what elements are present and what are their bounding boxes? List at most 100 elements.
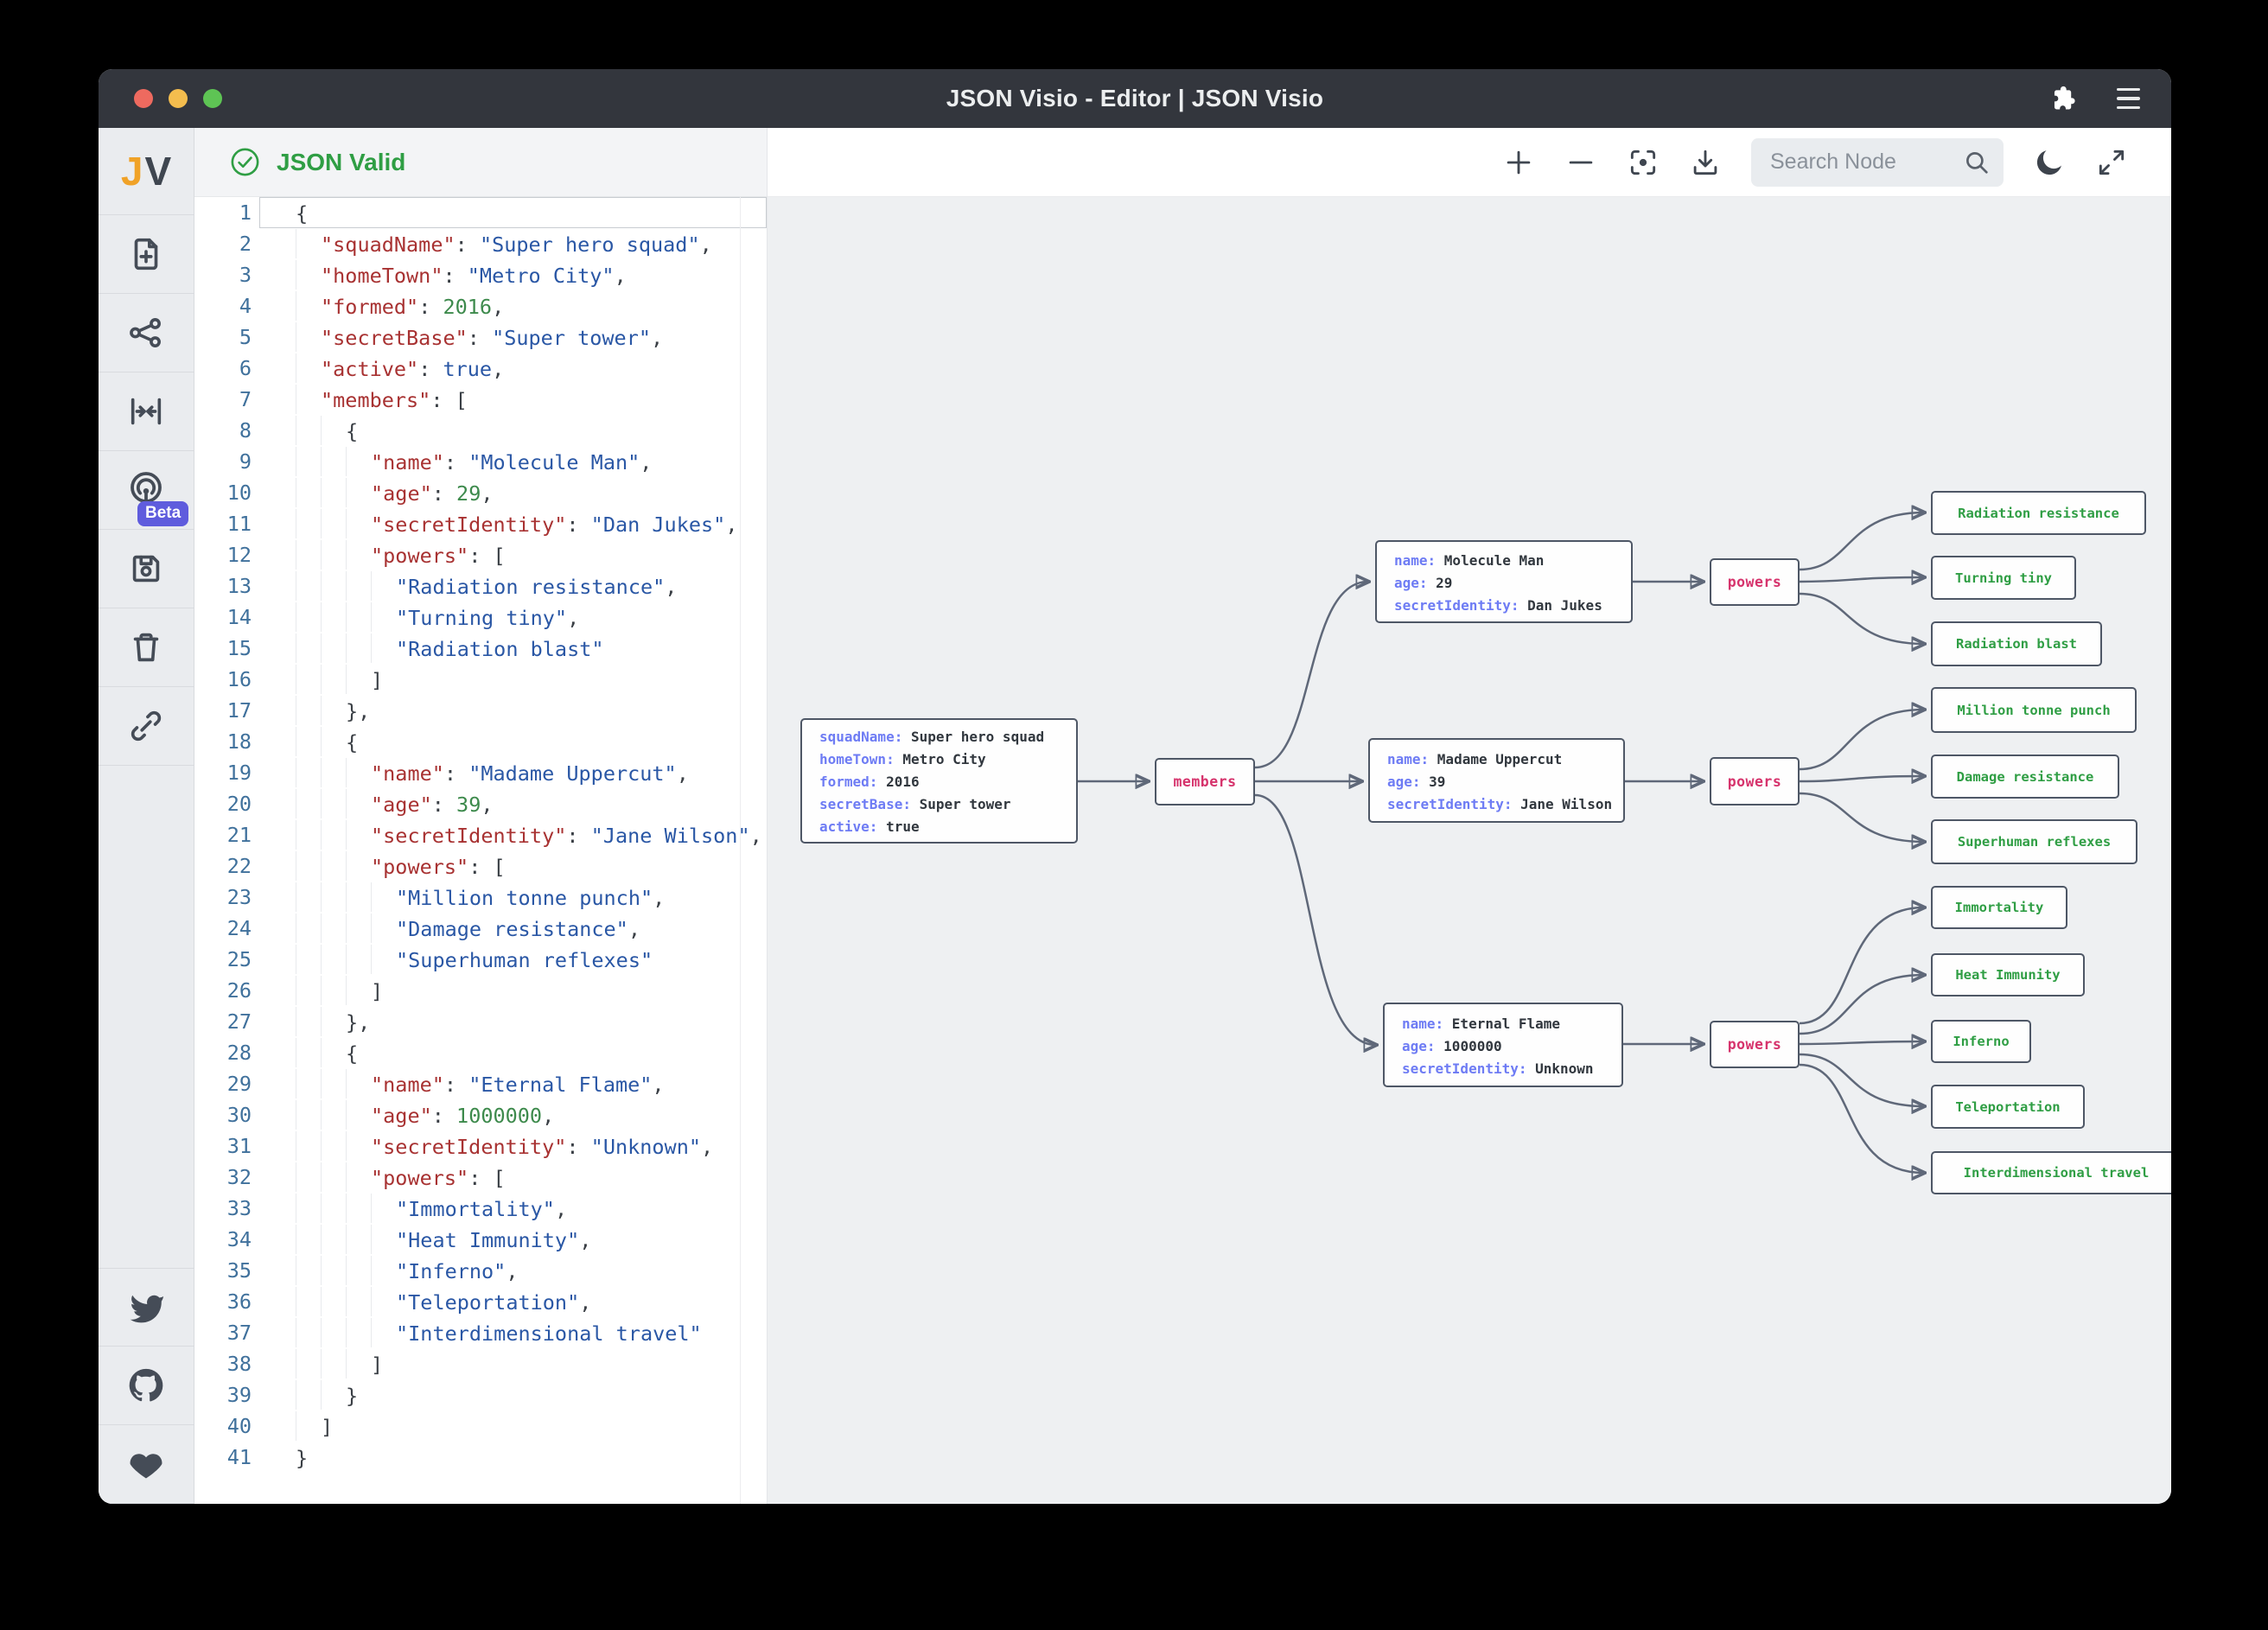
zoom-in-button[interactable] (1502, 146, 1535, 179)
line-content: { (260, 727, 766, 758)
code-line[interactable]: 18 { (194, 726, 767, 757)
indent-guide (296, 385, 321, 414)
indent-guide (296, 291, 321, 321)
sponsor-button[interactable] (99, 1425, 194, 1504)
zoom-out-button[interactable] (1564, 146, 1597, 179)
share-button[interactable] (99, 294, 194, 372)
twitter-icon (127, 1289, 165, 1327)
code-line[interactable]: 22 "powers": [ (194, 850, 767, 882)
code-line-row: "Heat Immunity", (259, 1224, 767, 1255)
code-line[interactable]: 8 { (194, 415, 767, 446)
code-line[interactable]: 16 ] (194, 664, 767, 695)
graph-powers-node[interactable]: powers (1710, 1021, 1800, 1068)
center-view-button[interactable] (1627, 146, 1660, 179)
code-line[interactable]: 15 "Radiation blast" (194, 633, 767, 664)
code-line[interactable]: 24 "Damage resistance", (194, 913, 767, 944)
indent-guide (346, 1162, 371, 1192)
code-token: , (615, 264, 627, 288)
code-line[interactable]: 10 "age": 29, (194, 477, 767, 508)
graph-leaf-node[interactable]: Damage resistance (1931, 755, 2119, 799)
graph-leaf-node[interactable]: Superhuman reflexes (1931, 819, 2137, 864)
code-line[interactable]: 5 "secretBase": "Super tower", (194, 322, 767, 353)
code-line[interactable]: 6 "active": true, (194, 353, 767, 384)
code-line[interactable]: 17 }, (194, 695, 767, 726)
graph-leaf-node[interactable]: Interdimensional travel (1931, 1151, 2171, 1194)
code-line[interactable]: 4 "formed": 2016, (194, 290, 767, 322)
code-line[interactable]: 26 ] (194, 975, 767, 1006)
code-line[interactable]: 12 "powers": [ (194, 539, 767, 570)
code-line[interactable]: 29 "name": "Eternal Flame", (194, 1068, 767, 1099)
code-line[interactable]: 13 "Radiation resistance", (194, 570, 767, 602)
code-line[interactable]: 30 "age": 1000000, (194, 1099, 767, 1130)
twitter-button[interactable] (99, 1268, 194, 1347)
code-line[interactable]: 32 "powers": [ (194, 1162, 767, 1193)
extensions-puzzle-icon[interactable] (2049, 84, 2079, 113)
graph-leaf-node[interactable]: Heat Immunity (1931, 953, 2085, 996)
graph-leaf-node[interactable]: Immortality (1931, 886, 2067, 929)
graph-canvas[interactable]: squadNameSuper hero squad homeTownMetro … (768, 197, 2171, 1504)
graph-powers-node[interactable]: powers (1710, 757, 1800, 805)
graph-powers-node[interactable]: powers (1710, 558, 1800, 606)
github-button[interactable] (99, 1347, 194, 1425)
code-line[interactable]: 28 { (194, 1037, 767, 1068)
code-line[interactable]: 31 "secretIdentity": "Unknown", (194, 1130, 767, 1162)
code-line[interactable]: 9 "name": "Molecule Man", (194, 446, 767, 477)
search-icon[interactable] (1962, 148, 1991, 177)
code-line[interactable]: 41 } (194, 1442, 767, 1473)
graph-leaf-node[interactable]: Radiation blast (1931, 621, 2102, 666)
code-line[interactable]: 19 "name": "Madame Uppercut", (194, 757, 767, 788)
code-line[interactable]: 2 "squadName": "Super hero squad", (194, 228, 767, 259)
graph-root-node[interactable]: squadNameSuper hero squad homeTownMetro … (800, 718, 1078, 844)
line-number: 21 (194, 819, 259, 850)
code-line[interactable]: 21 "secretIdentity": "Jane Wilson", (194, 819, 767, 850)
fullscreen-button[interactable] (2095, 146, 2128, 179)
app-logo[interactable]: JV (99, 128, 194, 215)
code-line[interactable]: 20 "age": 39, (194, 788, 767, 819)
save-button[interactable] (99, 530, 194, 608)
code-token: "Radiation resistance" (396, 575, 665, 599)
search-node-input[interactable] (1770, 150, 1955, 175)
code-line[interactable]: 33 "Immortality", (194, 1193, 767, 1224)
line-content: "Superhuman reflexes" (260, 945, 766, 976)
graph-member-node[interactable]: nameMadame Uppercut age39 secretIdentity… (1368, 738, 1625, 823)
graph-leaf-node[interactable]: Teleportation (1931, 1085, 2085, 1129)
graph-leaf-node[interactable]: Million tonne punch (1931, 687, 2137, 733)
code-line[interactable]: 35 "Inferno", (194, 1255, 767, 1286)
graph-leaf-node[interactable]: Radiation resistance (1931, 491, 2146, 535)
download-image-button[interactable] (1689, 146, 1722, 179)
code-line[interactable]: 40 ] (194, 1410, 767, 1442)
code-line[interactable]: 37 "Interdimensional travel" (194, 1317, 767, 1348)
graph-member-node[interactable]: nameMolecule Man age29 secretIdentityDan… (1375, 540, 1633, 623)
code-line[interactable]: 27 }, (194, 1006, 767, 1037)
code-editor[interactable]: 1 { 2 "squadName": "Super hero squad", 3… (194, 197, 767, 1504)
code-token: "Superhuman reflexes" (396, 948, 653, 972)
fit-width-button[interactable] (99, 372, 194, 451)
code-line[interactable]: 11 "secretIdentity": "Dan Jukes", (194, 508, 767, 539)
graph-leaf-node[interactable]: Turning tiny (1931, 556, 2076, 600)
code-line[interactable]: 38 ] (194, 1348, 767, 1379)
code-token: { (346, 419, 358, 443)
code-line[interactable]: 23 "Million tonne punch", (194, 882, 767, 913)
code-line-row: "Million tonne punch", (259, 882, 767, 913)
new-document-button[interactable] (99, 215, 194, 294)
delete-button[interactable] (99, 608, 194, 687)
code-line[interactable]: 1 { (194, 197, 767, 228)
code-line[interactable]: 39 } (194, 1379, 767, 1410)
code-line[interactable]: 34 "Heat Immunity", (194, 1224, 767, 1255)
live-transform-button[interactable]: Beta (99, 451, 194, 530)
code-line-row: "active": true, (259, 353, 767, 384)
code-line[interactable]: 36 "Teleportation", (194, 1286, 767, 1317)
share-link-button[interactable] (99, 687, 194, 766)
code-line[interactable]: 7 "members": [ (194, 384, 767, 415)
indent-guide (346, 1256, 371, 1285)
graph-members-node[interactable]: members (1155, 758, 1255, 805)
code-line[interactable]: 3 "homeTown": "Metro City", (194, 259, 767, 290)
menu-hamburger-icon[interactable] (2117, 88, 2140, 110)
code-token: }, (346, 1010, 370, 1035)
graph-member-node[interactable]: nameEternal Flame age1000000 secretIdent… (1383, 1003, 1623, 1087)
indent-guide (296, 1287, 321, 1316)
graph-leaf-node[interactable]: Inferno (1931, 1020, 2031, 1063)
dark-mode-button[interactable] (2033, 146, 2066, 179)
code-line[interactable]: 25 "Superhuman reflexes" (194, 944, 767, 975)
code-line[interactable]: 14 "Turning tiny", (194, 602, 767, 633)
